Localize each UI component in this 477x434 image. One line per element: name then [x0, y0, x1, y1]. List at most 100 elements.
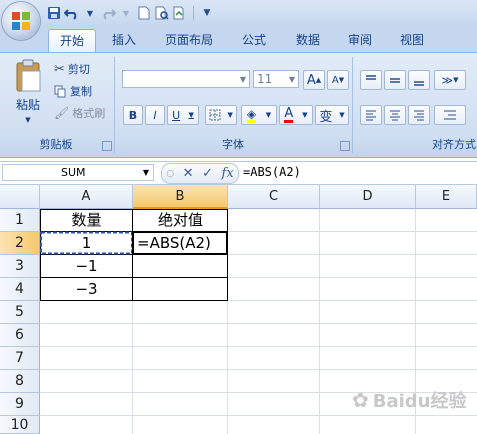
format-painter-label: 格式刷 [72, 107, 106, 120]
orientation-button[interactable]: ≫ ▼ [434, 70, 466, 90]
row-header-2[interactable]: 2 [0, 232, 40, 255]
column-header-a[interactable]: A [40, 185, 133, 209]
indent-button[interactable] [434, 105, 466, 125]
shrink-font-icon: A [331, 74, 339, 86]
row-header-6[interactable]: 6 [0, 324, 40, 347]
chevron-down-icon: ▼ [239, 74, 246, 84]
paw-icon: ✿ [352, 388, 369, 412]
font-color-button[interactable]: A ▼ [279, 105, 313, 125]
cell-a1[interactable]: 数量 [40, 209, 133, 232]
font-name-combo[interactable]: ▼ [122, 70, 250, 88]
chevron-down-icon: ▼ [288, 74, 295, 84]
cell-a2[interactable]: 1 [40, 232, 133, 255]
indent-icon [444, 110, 456, 120]
row-header-3[interactable]: 3 [0, 255, 40, 278]
copy-label: 复制 [70, 85, 92, 98]
save-icon[interactable] [46, 4, 62, 22]
font-group-label: 字体 [222, 138, 244, 151]
enter-formula-button[interactable]: ✓ [202, 166, 213, 181]
new-icon[interactable] [136, 4, 152, 22]
chevron-down-icon: ▼ [227, 111, 233, 119]
row-header-9[interactable]: 9 [0, 393, 40, 416]
align-top-button[interactable] [360, 70, 382, 90]
format-painter-button[interactable]: 🖌 格式刷 [54, 105, 105, 121]
formula-bar: SUM ▼ ○ ✕ ✓ fx =ABS(A2) [0, 161, 477, 185]
tab-page-layout[interactable]: 页面布局 [156, 29, 222, 51]
cell-a4[interactable]: −3 [40, 278, 133, 301]
borders-button[interactable]: ▼ [205, 105, 237, 125]
cancel-formula-button[interactable]: ✕ [183, 166, 194, 181]
paint-bucket-icon: ◈ [246, 106, 257, 123]
paste-dropdown-icon[interactable]: ▼ [25, 116, 30, 124]
copy-button[interactable]: 复制 [54, 83, 92, 99]
font-launcher-icon[interactable] [340, 141, 350, 151]
phonetic-button[interactable]: 变 ▼ [315, 105, 349, 125]
tab-view[interactable]: 视图 [390, 29, 434, 51]
align-middle-button[interactable] [384, 70, 406, 90]
cell-a3[interactable]: −1 [40, 255, 133, 278]
column-header-d[interactable]: D [320, 185, 416, 209]
group-separator [114, 57, 115, 153]
align-bottom-button[interactable] [408, 70, 430, 90]
phonetic-icon: 变 [319, 109, 333, 125]
select-all-corner[interactable] [0, 185, 40, 209]
fill-color-button[interactable]: ◈ ▼ [241, 105, 277, 125]
tab-data[interactable]: 数据 [286, 29, 330, 51]
row-header-5[interactable]: 5 [0, 301, 40, 324]
grip-icon: ○ [166, 168, 175, 179]
font-size-combo[interactable]: 11 ▼ [253, 70, 299, 88]
tab-insert[interactable]: 插入 [102, 29, 146, 51]
row-header-4[interactable]: 4 [0, 278, 40, 301]
paste-button[interactable]: 粘贴 ▼ [10, 59, 46, 129]
brush-icon: 🖌 [54, 106, 70, 120]
open-icon[interactable] [172, 4, 188, 22]
borders-icon [209, 109, 221, 121]
row-header-10[interactable]: 10 [0, 416, 40, 434]
name-box-value: SUM [61, 166, 86, 179]
tab-formulas[interactable]: 公式 [232, 29, 276, 51]
shrink-font-button[interactable]: A ▼ [327, 70, 349, 90]
formula-input[interactable]: =ABS(A2) [243, 163, 301, 182]
column-header-c[interactable]: C [228, 185, 320, 209]
redo-icon[interactable] [100, 4, 116, 22]
align-top-icon [366, 75, 376, 80]
align-right-button[interactable] [408, 105, 430, 125]
name-box[interactable]: SUM ▼ [2, 164, 154, 181]
undo-icon[interactable] [64, 4, 80, 22]
customize-qat-icon[interactable]: ▼ [199, 4, 215, 22]
chevron-down-icon[interactable]: ▼ [143, 168, 149, 177]
cut-button[interactable]: ✂ 剪切 [54, 61, 90, 77]
undo-dropdown-icon[interactable]: ▼ [82, 4, 98, 22]
redo-dropdown-icon[interactable]: ▼ [118, 4, 134, 22]
column-header-b[interactable]: B [133, 185, 228, 209]
orientation-icon: ≫ [441, 73, 454, 87]
tab-review[interactable]: 审阅 [338, 29, 382, 51]
row-header-1[interactable]: 1 [0, 209, 40, 232]
underline-letter: U [172, 108, 181, 122]
clipboard-launcher-icon[interactable] [102, 141, 112, 151]
chevron-down-icon: ▼ [265, 111, 272, 119]
align-left-button[interactable] [360, 105, 382, 125]
paste-icon [16, 59, 41, 92]
cell-b1[interactable]: 绝对值 [133, 209, 228, 232]
quick-access-toolbar: ▼ ▼ ▼ [46, 4, 215, 22]
bold-button[interactable]: B [123, 105, 143, 125]
underline-button[interactable]: U ▼ [167, 105, 199, 125]
row-header-8[interactable]: 8 [0, 370, 40, 393]
italic-button[interactable]: I [145, 105, 165, 125]
formula-buttons: ○ ✕ ✓ fx [161, 163, 239, 184]
paste-label: 粘贴 [15, 98, 40, 112]
watermark-text: Baidu经验 [372, 391, 467, 412]
qat-separator [193, 6, 194, 20]
print-preview-icon[interactable] [154, 4, 170, 22]
cell-b2[interactable]: =ABS(A2) [133, 232, 228, 255]
office-button[interactable] [2, 2, 40, 40]
tab-home[interactable]: 开始 [48, 29, 96, 52]
row-header-7[interactable]: 7 [0, 347, 40, 370]
ribbon-tabs: 开始 插入 页面布局 公式 数据 审阅 视图 [0, 26, 477, 52]
align-center-button[interactable] [384, 105, 406, 125]
insert-function-button[interactable]: fx [222, 166, 234, 181]
grow-font-button[interactable]: A ▲ [303, 70, 325, 90]
column-header-e[interactable]: E [416, 185, 477, 209]
font-size-value: 11 [257, 72, 273, 86]
